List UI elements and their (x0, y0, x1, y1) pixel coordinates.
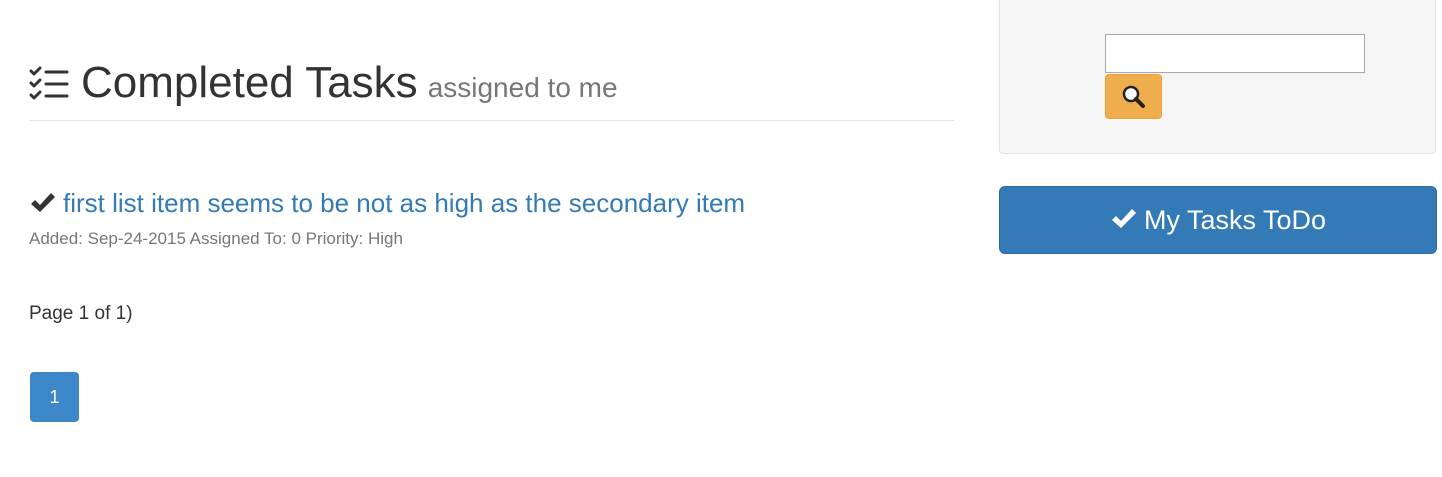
page: Completed Tasks assigned to me first list… (0, 0, 1442, 477)
task-meta: Added: Sep-24-2015 Assigned To: 0 Priori… (29, 229, 403, 248)
page-title: Completed Tasks assigned to me (81, 58, 618, 113)
checkmark-icon (1111, 209, 1136, 228)
search-button[interactable] (1105, 74, 1162, 119)
my-tasks-todo-button[interactable]: My Tasks ToDo (999, 186, 1437, 254)
search-panel (999, 0, 1436, 154)
pagination-page-button[interactable]: 1 (30, 372, 79, 422)
page-info: Page 1 of 1) (29, 303, 133, 324)
tasks-list-icon (29, 66, 69, 100)
page-title-text: Completed Tasks (81, 58, 418, 107)
task-title-link[interactable]: first list item seems to be not as high … (63, 186, 745, 220)
page-subtitle: assigned to me (427, 72, 618, 103)
checkmark-icon (31, 193, 55, 212)
my-tasks-todo-label: My Tasks ToDo (1143, 205, 1327, 235)
search-input[interactable] (1105, 34, 1365, 73)
page-header: Completed Tasks assigned to me (29, 56, 954, 121)
magnifier-icon (1122, 85, 1145, 108)
